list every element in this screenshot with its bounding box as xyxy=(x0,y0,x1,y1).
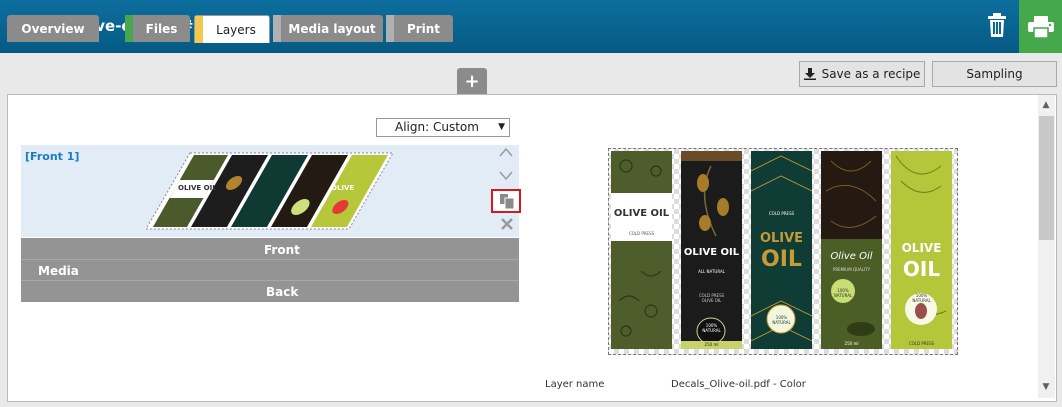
preview-label-1-title: OLIVE OIL xyxy=(613,208,670,219)
preview-label-3-title1: OLIVE xyxy=(759,231,804,246)
tab-layers[interactable]: Layers xyxy=(194,15,270,43)
add-tab-button[interactable]: + xyxy=(457,68,487,95)
print-button[interactable] xyxy=(1019,0,1062,53)
scroll-up-icon[interactable]: ▲ xyxy=(1040,100,1052,112)
preview-label-4-badge: 100% NATURAL xyxy=(833,288,853,298)
tab-label: Files xyxy=(145,21,178,36)
preview-label-2-sub: ALL NATURAL xyxy=(698,269,725,274)
files-status-strip xyxy=(125,15,133,42)
media-label: Media xyxy=(38,264,79,278)
media-table: Front Media Back xyxy=(21,238,519,302)
preview-label-4-title: Olive Oil xyxy=(830,251,873,262)
thumbnail-label-4: OLIVE xyxy=(331,184,354,192)
preview-label-2: OLIVE OIL ALL NATURAL COLD PRESS OLIVE O… xyxy=(681,151,742,349)
preview-label-4: Olive Oil PREMIUM QUALITY 100% NATURAL 2… xyxy=(821,151,882,349)
preview-label-3: COLD PRESS OLIVE OIL 100% NATURAL xyxy=(751,151,812,349)
preview-label-5-title2: OIL xyxy=(902,257,941,281)
move-up-icon[interactable] xyxy=(498,146,514,162)
layers-status-strip xyxy=(195,16,203,43)
download-icon xyxy=(803,68,816,80)
tab-media-layout[interactable]: Media layout xyxy=(273,15,383,42)
preview-label-5-sub: COLD PRESS xyxy=(908,341,935,346)
preview-label-2-extra: COLD PRESS OLIVE OIL xyxy=(698,293,725,303)
preview-label-3-badge: 100% NATURAL xyxy=(772,315,791,325)
copy-icon xyxy=(500,194,514,209)
delete-layer-icon[interactable] xyxy=(500,217,514,235)
scroll-down-icon[interactable]: ▼ xyxy=(1040,382,1052,394)
preview-label-2-title: OLIVE OIL xyxy=(683,247,740,258)
tab-files[interactable]: Files xyxy=(125,15,190,42)
preview-label-3-pre: COLD PRESS xyxy=(768,211,795,216)
align-select-value: Align: Custom xyxy=(395,120,479,134)
media-back-label: Back xyxy=(266,285,299,299)
preview-label-5: OLIVE OIL 100% NATURAL COLD PRESS xyxy=(891,151,952,349)
preview-label-1: OLIVE OIL COLD PRESS xyxy=(611,151,672,349)
front-layer-label: [Front 1] xyxy=(25,150,80,163)
scrollbar-thumb[interactable] xyxy=(1039,116,1054,240)
layer-preview: OLIVE OIL COLD PRESS OLIVE OIL ALL NATUR… xyxy=(608,148,958,355)
trash-icon[interactable] xyxy=(986,12,1008,38)
tab-label: Print xyxy=(406,21,441,36)
duplicate-layer-button[interactable] xyxy=(491,189,521,213)
tab-label: Media layout xyxy=(288,21,376,36)
preview-label-1-sub: COLD PRESS xyxy=(628,231,655,236)
sampling-button[interactable]: Sampling xyxy=(932,61,1057,87)
print-status-strip xyxy=(386,15,394,42)
thumbnail-label-1: OLIVE OIL xyxy=(178,184,217,192)
preview-label-2-badge: 100% NATURAL xyxy=(702,323,721,333)
sampling-label: Sampling xyxy=(966,67,1023,81)
preview-label-4-sub: PREMIUM QUALITY xyxy=(832,267,871,272)
preview-label-5-title1: OLIVE xyxy=(901,241,942,255)
tab-label: Overview xyxy=(21,21,85,36)
tab-print[interactable]: Print xyxy=(386,15,453,42)
layer-name-label: Layer name xyxy=(545,379,605,390)
preview-label-2-vol: 250 ml xyxy=(704,342,719,347)
layer-name-value: Decals_Olive-oil.pdf - Color xyxy=(671,379,806,390)
media-front-label: Front xyxy=(264,243,300,257)
media-layout-status-strip xyxy=(273,15,281,42)
save-as-recipe-button[interactable]: Save as a recipe xyxy=(799,61,925,87)
printer-icon xyxy=(1027,15,1054,38)
preview-label-5-badge: 100% NATURAL xyxy=(912,293,931,303)
align-select[interactable]: Align: Custom ▼ xyxy=(376,118,510,137)
preview-label-4-vol: 250 ml xyxy=(844,341,859,346)
tab-overview[interactable]: Overview xyxy=(7,15,99,42)
tab-label: Layers xyxy=(216,22,256,37)
layer-thumbnail: OLIVE OIL OLIVE xyxy=(146,152,394,230)
save-as-recipe-label: Save as a recipe xyxy=(821,67,921,81)
preview-label-3-title2: OIL xyxy=(761,247,802,272)
move-down-icon[interactable] xyxy=(498,170,514,186)
caret-down-icon: ▼ xyxy=(498,122,505,132)
